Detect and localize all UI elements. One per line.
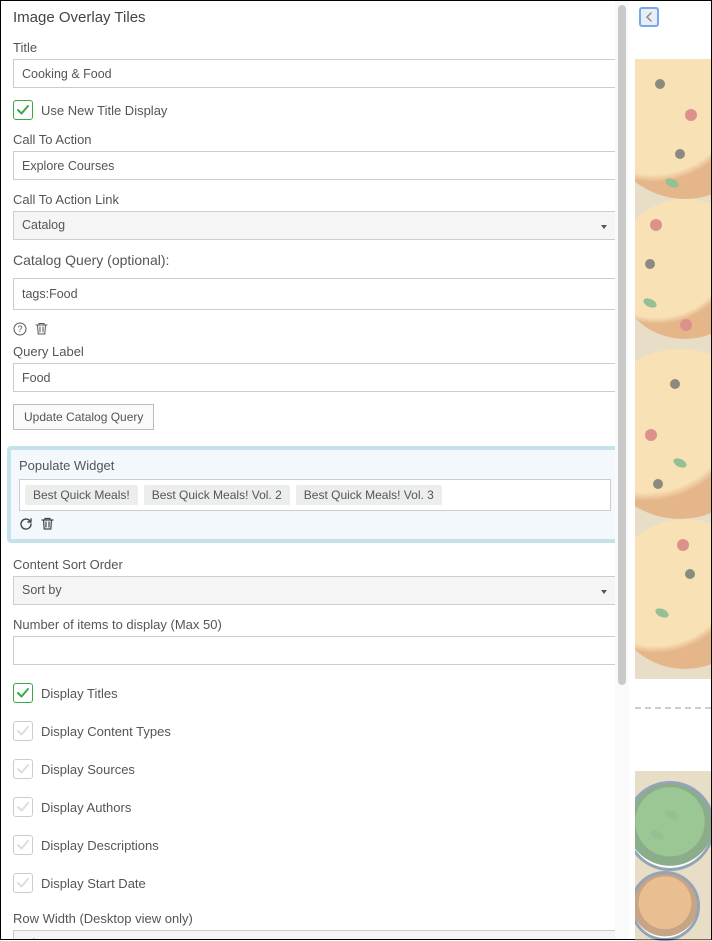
scrollbar-thumb[interactable] bbox=[618, 5, 626, 685]
sort-select[interactable]: Sort by bbox=[13, 576, 617, 605]
catalog-query-input[interactable] bbox=[13, 278, 617, 310]
display-titles-label: Display Titles bbox=[41, 686, 118, 701]
catalog-query-label: Catalog Query (optional): bbox=[13, 252, 617, 268]
title-input[interactable] bbox=[13, 59, 617, 88]
display-start-date-label: Display Start Date bbox=[41, 876, 146, 891]
collapse-preview-button[interactable] bbox=[639, 7, 659, 27]
display-start-date-checkbox[interactable] bbox=[13, 873, 33, 893]
scrollbar[interactable] bbox=[615, 1, 629, 939]
check-icon bbox=[16, 876, 30, 890]
use-new-title-checkbox[interactable] bbox=[13, 100, 33, 120]
preview-pane bbox=[629, 1, 711, 939]
help-icon[interactable]: ? bbox=[13, 322, 27, 336]
populate-widget-input[interactable]: Best Quick Meals! Best Quick Meals! Vol.… bbox=[19, 479, 611, 511]
tile-separator bbox=[635, 707, 711, 709]
cta-link-label: Call To Action Link bbox=[13, 192, 617, 207]
query-label-input[interactable] bbox=[13, 363, 617, 392]
display-authors-checkbox[interactable] bbox=[13, 797, 33, 817]
check-icon bbox=[16, 686, 30, 700]
cta-label: Call To Action bbox=[13, 132, 617, 147]
query-label-label: Query Label bbox=[13, 344, 617, 359]
update-catalog-query-button[interactable]: Update Catalog Query bbox=[13, 404, 154, 430]
page-title: Image Overlay Tiles bbox=[13, 9, 617, 26]
cta-link-select[interactable]: Catalog bbox=[13, 211, 617, 240]
num-items-label: Number of items to display (Max 50) bbox=[13, 617, 617, 632]
chip[interactable]: Best Quick Meals! Vol. 3 bbox=[296, 485, 442, 505]
row-width-select[interactable]: 3 items per row bbox=[13, 930, 617, 939]
display-authors-label: Display Authors bbox=[41, 800, 131, 815]
populate-widget-section: Populate Widget Best Quick Meals! Best Q… bbox=[7, 446, 623, 543]
chip[interactable]: Best Quick Meals! Vol. 2 bbox=[144, 485, 290, 505]
num-items-input[interactable] bbox=[13, 636, 617, 665]
display-sources-label: Display Sources bbox=[41, 762, 135, 777]
populate-widget-label: Populate Widget bbox=[19, 458, 611, 473]
use-new-title-label: Use New Title Display bbox=[41, 103, 167, 118]
sort-label: Content Sort Order bbox=[13, 557, 617, 572]
cta-input[interactable] bbox=[13, 151, 617, 180]
check-icon bbox=[16, 838, 30, 852]
display-content-types-checkbox[interactable] bbox=[13, 721, 33, 741]
refresh-icon[interactable] bbox=[19, 517, 33, 531]
display-content-types-label: Display Content Types bbox=[41, 724, 171, 739]
display-titles-checkbox[interactable] bbox=[13, 683, 33, 703]
row-width-label: Row Width (Desktop view only) bbox=[13, 911, 617, 926]
title-label: Title bbox=[13, 40, 617, 55]
display-descriptions-checkbox[interactable] bbox=[13, 835, 33, 855]
chip[interactable]: Best Quick Meals! bbox=[25, 485, 138, 505]
display-descriptions-label: Display Descriptions bbox=[41, 838, 159, 853]
check-icon bbox=[16, 762, 30, 776]
chevron-left-icon bbox=[645, 12, 653, 22]
check-icon bbox=[16, 103, 30, 117]
check-icon bbox=[16, 800, 30, 814]
check-icon bbox=[16, 724, 30, 738]
trash-icon[interactable] bbox=[35, 322, 48, 336]
display-sources-checkbox[interactable] bbox=[13, 759, 33, 779]
preview-tile-image bbox=[635, 771, 711, 941]
form-panel: Image Overlay Tiles Title Use New Title … bbox=[1, 1, 629, 939]
preview-tile-image bbox=[635, 59, 711, 679]
trash-icon[interactable] bbox=[41, 517, 54, 531]
svg-text:?: ? bbox=[17, 324, 22, 334]
